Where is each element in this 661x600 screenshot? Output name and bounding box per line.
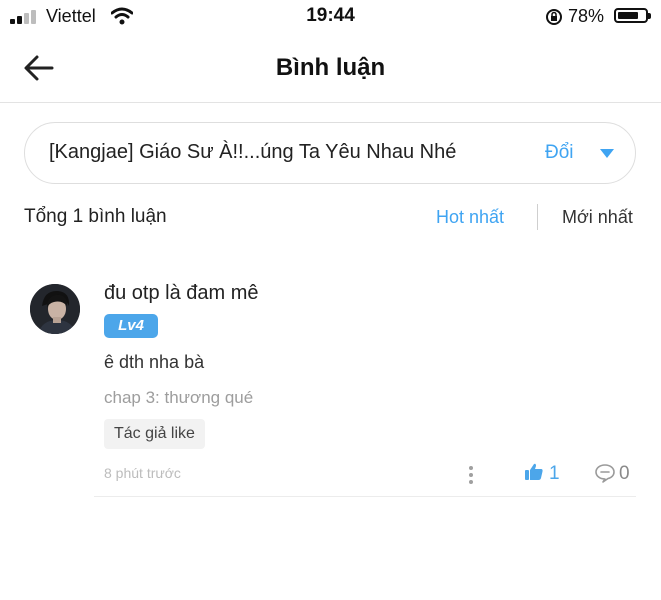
avatar[interactable]	[30, 284, 80, 334]
caret-down-icon[interactable]	[600, 149, 614, 158]
comment-time: 8 phút trước	[104, 465, 181, 481]
change-story-button[interactable]: Đổi	[545, 142, 574, 164]
level-badge: Lv4	[104, 314, 158, 338]
author-like-badge: Tác giả like	[104, 419, 205, 449]
sort-hot-tab[interactable]: Hot nhất	[436, 207, 504, 228]
sort-divider	[537, 204, 538, 230]
reply-count: 0	[619, 463, 630, 484]
story-selector[interactable]: [Kangjae] Giáo Sư À!!...úng Ta Yêu Nhau …	[24, 122, 636, 184]
story-title: [Kangjae] Giáo Sư À!!...úng Ta Yêu Nhau …	[49, 141, 457, 163]
page-title: Bình luận	[275, 54, 386, 81]
status-bar: Viettel 19:44 78%	[0, 0, 661, 34]
battery-percent: 78%	[568, 6, 605, 26]
comment-divider	[94, 496, 636, 497]
nav-bar: Bình luận	[0, 34, 661, 103]
comment-total: Tổng 1 bình luận	[24, 206, 167, 227]
comment-content: ê dth nha bà	[104, 352, 205, 372]
comment-username[interactable]: đu otp là đam mê	[104, 282, 259, 305]
thumbs-up-icon[interactable]	[524, 462, 544, 482]
rotation-lock-icon	[546, 9, 562, 25]
more-options-icon[interactable]	[466, 464, 476, 486]
avatar-image	[30, 284, 80, 334]
sort-new-tab[interactable]: Mới nhất	[562, 207, 633, 228]
battery-icon	[614, 8, 651, 23]
comment-chapter[interactable]: chap 3: thương qué	[104, 388, 253, 408]
like-count: 1	[549, 463, 560, 484]
comment-bubble-icon[interactable]	[594, 463, 616, 483]
